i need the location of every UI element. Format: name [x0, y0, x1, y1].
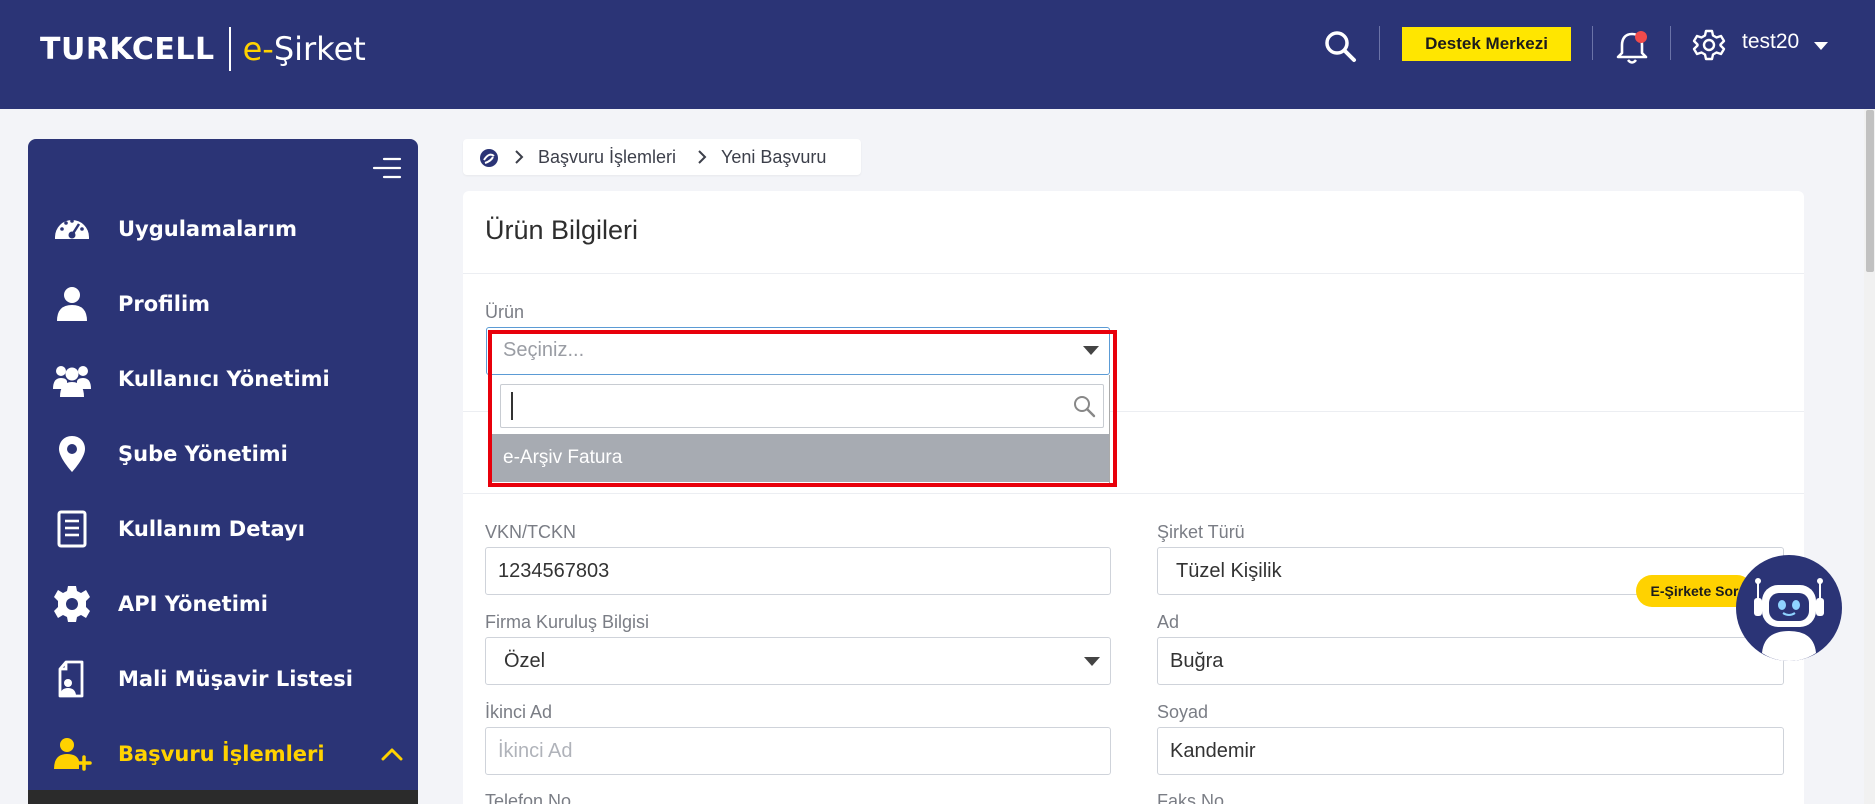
logo-product: Şirket	[273, 30, 366, 68]
page-scrollbar-thumb[interactable]	[1866, 110, 1874, 272]
sidebar-item-kullanim-detayi[interactable]: Kullanım Detayı	[28, 499, 418, 559]
sidebar-item-kullanici-yonetimi[interactable]: Kullanıcı Yönetimi	[28, 349, 418, 409]
menu-collapse-icon[interactable]	[372, 156, 402, 180]
file-user-icon	[58, 660, 84, 698]
divider	[463, 493, 1804, 494]
vkn-input[interactable]: 1234567803	[485, 547, 1111, 595]
form-card	[463, 191, 1804, 804]
support-center-button[interactable]: Destek Merkezi	[1402, 27, 1571, 61]
caret-down-icon	[1084, 657, 1100, 666]
sidebar-item-basvuru-islemleri[interactable]: Başvuru İşlemleri	[28, 724, 418, 784]
gear-icon	[54, 586, 90, 622]
chevron-up-icon[interactable]	[380, 742, 404, 766]
header-divider	[1379, 26, 1380, 60]
vkn-label: VKN/TCKN	[485, 522, 577, 542]
submenu-area	[28, 790, 418, 804]
breadcrumb: Başvuru İşlemleri Yeni Başvuru	[463, 139, 861, 175]
dashboard-icon	[55, 219, 89, 239]
header-divider	[1592, 26, 1593, 60]
sidebar-item-mali-musavir-listesi[interactable]: Mali Müşavir Listesi	[28, 649, 418, 709]
fax-label: Faks No	[1157, 791, 1225, 804]
user-icon	[57, 287, 87, 321]
founding-select[interactable]: Özel	[485, 637, 1111, 685]
logo-separator	[228, 27, 231, 71]
sidebar-item-label: Şube Yönetimi	[118, 442, 288, 466]
sidebar-item-label: Kullanıcı Yönetimi	[118, 367, 330, 391]
text-cursor	[511, 392, 513, 420]
header-divider	[1670, 26, 1671, 60]
sidebar-item-label: Mali Müşavir Listesi	[118, 667, 353, 691]
chevron-right-icon	[515, 150, 524, 164]
settings-gear-icon[interactable]	[1692, 28, 1726, 62]
sidebar-item-label: Başvuru İşlemleri	[118, 742, 325, 766]
sidebar-item-uygulamalarim[interactable]: Uygulamalarım	[28, 199, 418, 259]
sidebar-item-label: API Yönetimi	[118, 592, 268, 616]
chatbot-robot-icon[interactable]	[1734, 553, 1844, 663]
username[interactable]: test20	[1742, 30, 1799, 54]
founding-label: Firma Kuruluş Bilgisi	[485, 612, 650, 632]
first-name-input[interactable]: Buğra	[1157, 637, 1784, 685]
surname-label: Soyad	[1157, 702, 1209, 722]
sidebar-item-profilim[interactable]: Profilim	[28, 274, 418, 334]
breadcrumb-item[interactable]: Başvuru İşlemleri	[538, 147, 676, 168]
dropdown-search-input[interactable]	[500, 384, 1104, 428]
document-icon	[57, 510, 87, 548]
breadcrumb-item: Yeni Başvuru	[721, 147, 827, 167]
logo-e: e-	[242, 30, 274, 68]
product-label: Ürün	[485, 302, 525, 322]
users-icon	[53, 366, 91, 397]
first-name-label: Ad	[1157, 612, 1180, 632]
caret-down-icon[interactable]	[1083, 346, 1099, 355]
page-title: Ürün Bilgileri	[485, 215, 639, 245]
dropdown-option[interactable]: e-Arşiv Fatura	[491, 434, 1109, 482]
phone-label: Telefon No	[485, 791, 572, 804]
first-name-value: Buğra	[1170, 649, 1224, 672]
search-icon	[1074, 396, 1096, 418]
sidebar-item-label: Profilim	[118, 292, 211, 316]
logo-brand: TURKCELL	[40, 31, 215, 67]
user-menu-caret-icon[interactable]	[1814, 42, 1828, 50]
user-plus-icon	[54, 738, 92, 771]
company-type-label: Şirket Türü	[1157, 522, 1245, 542]
surname-input[interactable]: Kandemir	[1157, 727, 1784, 775]
vkn-value: 1234567803	[498, 559, 610, 582]
divider	[463, 273, 1804, 274]
surname-value: Kandemir	[1170, 739, 1256, 762]
sidebar-item-label: Uygulamalarım	[118, 217, 297, 241]
chevron-right-icon	[698, 150, 707, 164]
turkcell-esirket-logo[interactable]: TURKCELL e- Şirket	[40, 26, 366, 72]
second-name-placeholder: İkinci Ad	[498, 739, 573, 762]
sidebar-item-label: Kullanım Detayı	[118, 517, 305, 541]
search-icon[interactable]	[1322, 28, 1358, 64]
notification-bell-icon[interactable]	[1614, 28, 1650, 66]
sidebar-item-sube-yonetimi[interactable]: Şube Yönetimi	[28, 424, 418, 484]
company-type-value: Tüzel Kişilik	[1176, 559, 1282, 582]
home-logo-icon[interactable]	[479, 148, 499, 168]
location-pin-icon	[59, 436, 85, 472]
founding-value: Özel	[504, 649, 546, 672]
product-select-placeholder: Seçiniz...	[503, 339, 585, 361]
second-name-input[interactable]: İkinci Ad	[485, 727, 1111, 775]
second-name-label: İkinci Ad	[485, 702, 553, 722]
sidebar-item-api-yonetimi[interactable]: API Yönetimi	[28, 574, 418, 634]
